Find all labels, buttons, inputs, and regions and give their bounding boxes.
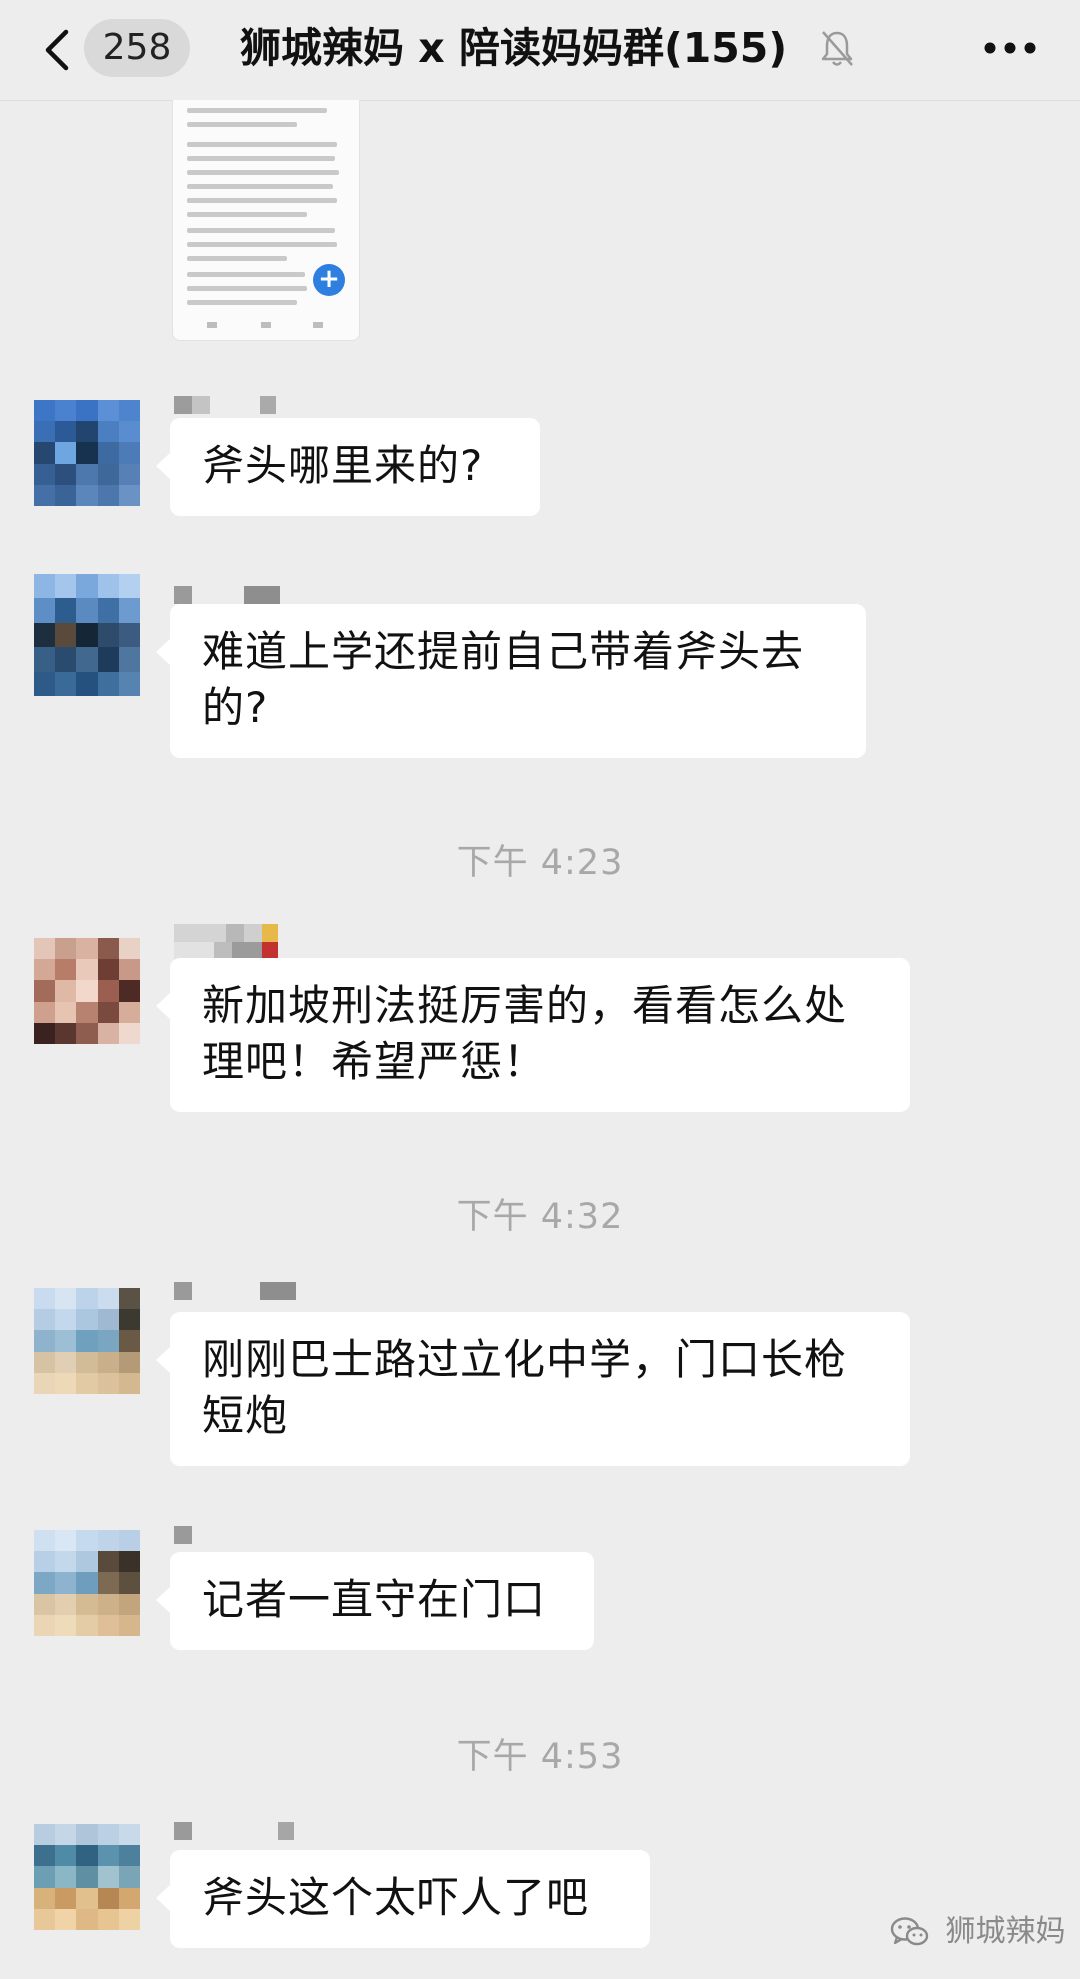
avatar[interactable] xyxy=(34,1824,140,1930)
mute-bell-icon xyxy=(821,31,853,66)
image-text-line xyxy=(187,242,337,247)
image-text-line xyxy=(187,300,297,305)
more-icon[interactable] xyxy=(982,40,1038,56)
plus-icon: + xyxy=(313,264,345,296)
message-bubble[interactable]: 刚刚巴士路过立化中学，门口长枪短炮 xyxy=(156,1312,910,1466)
message-bubble[interactable]: 斧头哪里来的? xyxy=(156,418,540,516)
image-text-line xyxy=(187,108,327,113)
image-text-line xyxy=(187,272,305,277)
image-text-line xyxy=(187,170,339,175)
image-text-line xyxy=(187,122,297,127)
image-text-line xyxy=(187,212,307,217)
image-nav-mark xyxy=(261,322,271,328)
image-message[interactable]: + xyxy=(172,100,360,341)
image-text-line xyxy=(187,156,335,161)
timestamp: 下午 4:53 xyxy=(456,1737,624,1777)
timestamp: 下午 4:32 xyxy=(456,1197,624,1237)
avatar[interactable] xyxy=(34,938,140,1044)
image-text-line xyxy=(187,198,337,203)
timestamp: 下午 4:23 xyxy=(456,843,624,883)
avatar[interactable] xyxy=(34,1288,140,1394)
image-text-line xyxy=(187,142,337,147)
unread-count-badge[interactable]: 258 xyxy=(84,19,190,77)
watermark-text: 狮城辣妈 xyxy=(945,1914,1066,1949)
image-text-line xyxy=(187,228,335,233)
wechat-icon xyxy=(890,1916,929,1945)
image-nav-mark xyxy=(313,322,323,328)
chat-header: 258 狮城辣妈 x 陪读妈妈群(155) xyxy=(0,0,1080,101)
message-bubble[interactable]: 记者一直守在门口 xyxy=(156,1552,594,1650)
chat-title: 狮城辣妈 x 陪读妈妈群(155) xyxy=(240,24,788,72)
message-bubble[interactable]: 新加坡刑法挺厉害的，看看怎么处理吧！希望严惩！ xyxy=(156,958,910,1112)
avatar[interactable] xyxy=(34,1530,140,1636)
image-text-line xyxy=(187,286,307,291)
back-icon[interactable] xyxy=(38,26,78,74)
message-bubble[interactable]: 难道上学还提前自己带着斧头去的? xyxy=(156,604,866,758)
message-bubble[interactable]: 斧头这个太吓人了吧 xyxy=(156,1850,650,1948)
avatar[interactable] xyxy=(34,400,140,506)
watermark: 狮城辣妈 xyxy=(890,1910,1066,1954)
image-text-line xyxy=(187,256,287,261)
avatar[interactable] xyxy=(34,574,140,696)
image-text-line xyxy=(187,184,333,189)
image-nav-mark xyxy=(207,322,217,328)
